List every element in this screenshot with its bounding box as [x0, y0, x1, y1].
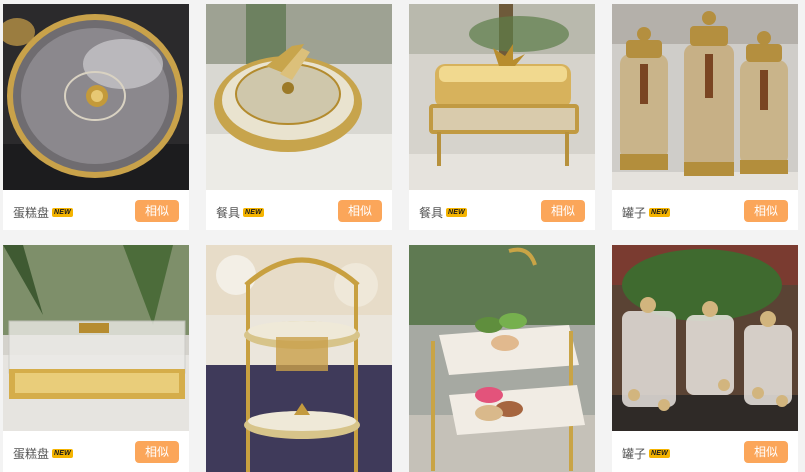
category-text: 罐子: [622, 206, 647, 220]
new-badge: NEW: [52, 208, 73, 217]
product-image-gold-casserole-stand[interactable]: [409, 4, 595, 190]
new-badge: NEW: [649, 208, 670, 217]
product-caption: 蛋糕盘 NEW 相似: [3, 192, 189, 230]
product-caption: 餐具 NEW 相似: [206, 192, 392, 230]
product-grid: 蛋糕盘 NEW 相似 餐具 NEW 相似 餐具 NEW 相似 罐子 NEW 相似…: [0, 0, 805, 472]
category-label: 蛋糕盘 NEW: [13, 204, 73, 221]
product-card[interactable]: [206, 245, 392, 472]
product-caption: 蛋糕盘 NEW 相似: [3, 433, 189, 471]
category-text: 餐具: [216, 206, 241, 220]
new-badge: NEW: [446, 208, 467, 217]
category-label: 罐子 NEW: [622, 204, 670, 221]
category-label: 蛋糕盘 NEW: [13, 445, 73, 462]
category-text: 罐子: [622, 447, 647, 461]
product-card[interactable]: 餐具 NEW 相似: [409, 4, 595, 230]
product-caption: 罐子 NEW 相似: [612, 192, 798, 230]
product-image-gold-rim-glass-tray[interactable]: [3, 4, 189, 190]
product-image-flower-glass-jars[interactable]: [612, 245, 798, 431]
product-image-gold-macaron-stand[interactable]: [409, 245, 595, 472]
product-caption: 罐子 NEW 相似: [612, 433, 798, 471]
product-image-gold-tassel-jars[interactable]: [612, 4, 798, 190]
product-card[interactable]: 蛋糕盘 NEW 相似: [3, 4, 189, 230]
category-text: 蛋糕盘: [13, 206, 50, 220]
new-badge: NEW: [649, 449, 670, 458]
category-label: 罐子 NEW: [622, 445, 670, 462]
product-caption: 餐具 NEW 相似: [409, 192, 595, 230]
similar-button[interactable]: 相似: [135, 441, 179, 463]
product-image-acrylic-box-moon-tray[interactable]: [3, 245, 189, 431]
category-label: 餐具 NEW: [419, 204, 467, 221]
similar-button[interactable]: 相似: [744, 200, 788, 222]
category-text: 蛋糕盘: [13, 447, 50, 461]
product-card[interactable]: [409, 245, 595, 472]
similar-button[interactable]: 相似: [338, 200, 382, 222]
similar-button[interactable]: 相似: [744, 441, 788, 463]
new-badge: NEW: [243, 208, 264, 217]
category-label: 餐具 NEW: [216, 204, 264, 221]
product-card[interactable]: 蛋糕盘 NEW 相似: [3, 245, 189, 472]
similar-button[interactable]: 相似: [541, 200, 585, 222]
product-image-glass-bowl-gold-lid[interactable]: [206, 4, 392, 190]
product-card[interactable]: 餐具 NEW 相似: [206, 4, 392, 230]
new-badge: NEW: [52, 449, 73, 458]
similar-button[interactable]: 相似: [135, 200, 179, 222]
product-card[interactable]: 罐子 NEW 相似: [612, 245, 798, 472]
category-text: 餐具: [419, 206, 444, 220]
product-image-two-tier-gold-stand[interactable]: [206, 245, 392, 472]
product-card[interactable]: 罐子 NEW 相似: [612, 4, 798, 230]
